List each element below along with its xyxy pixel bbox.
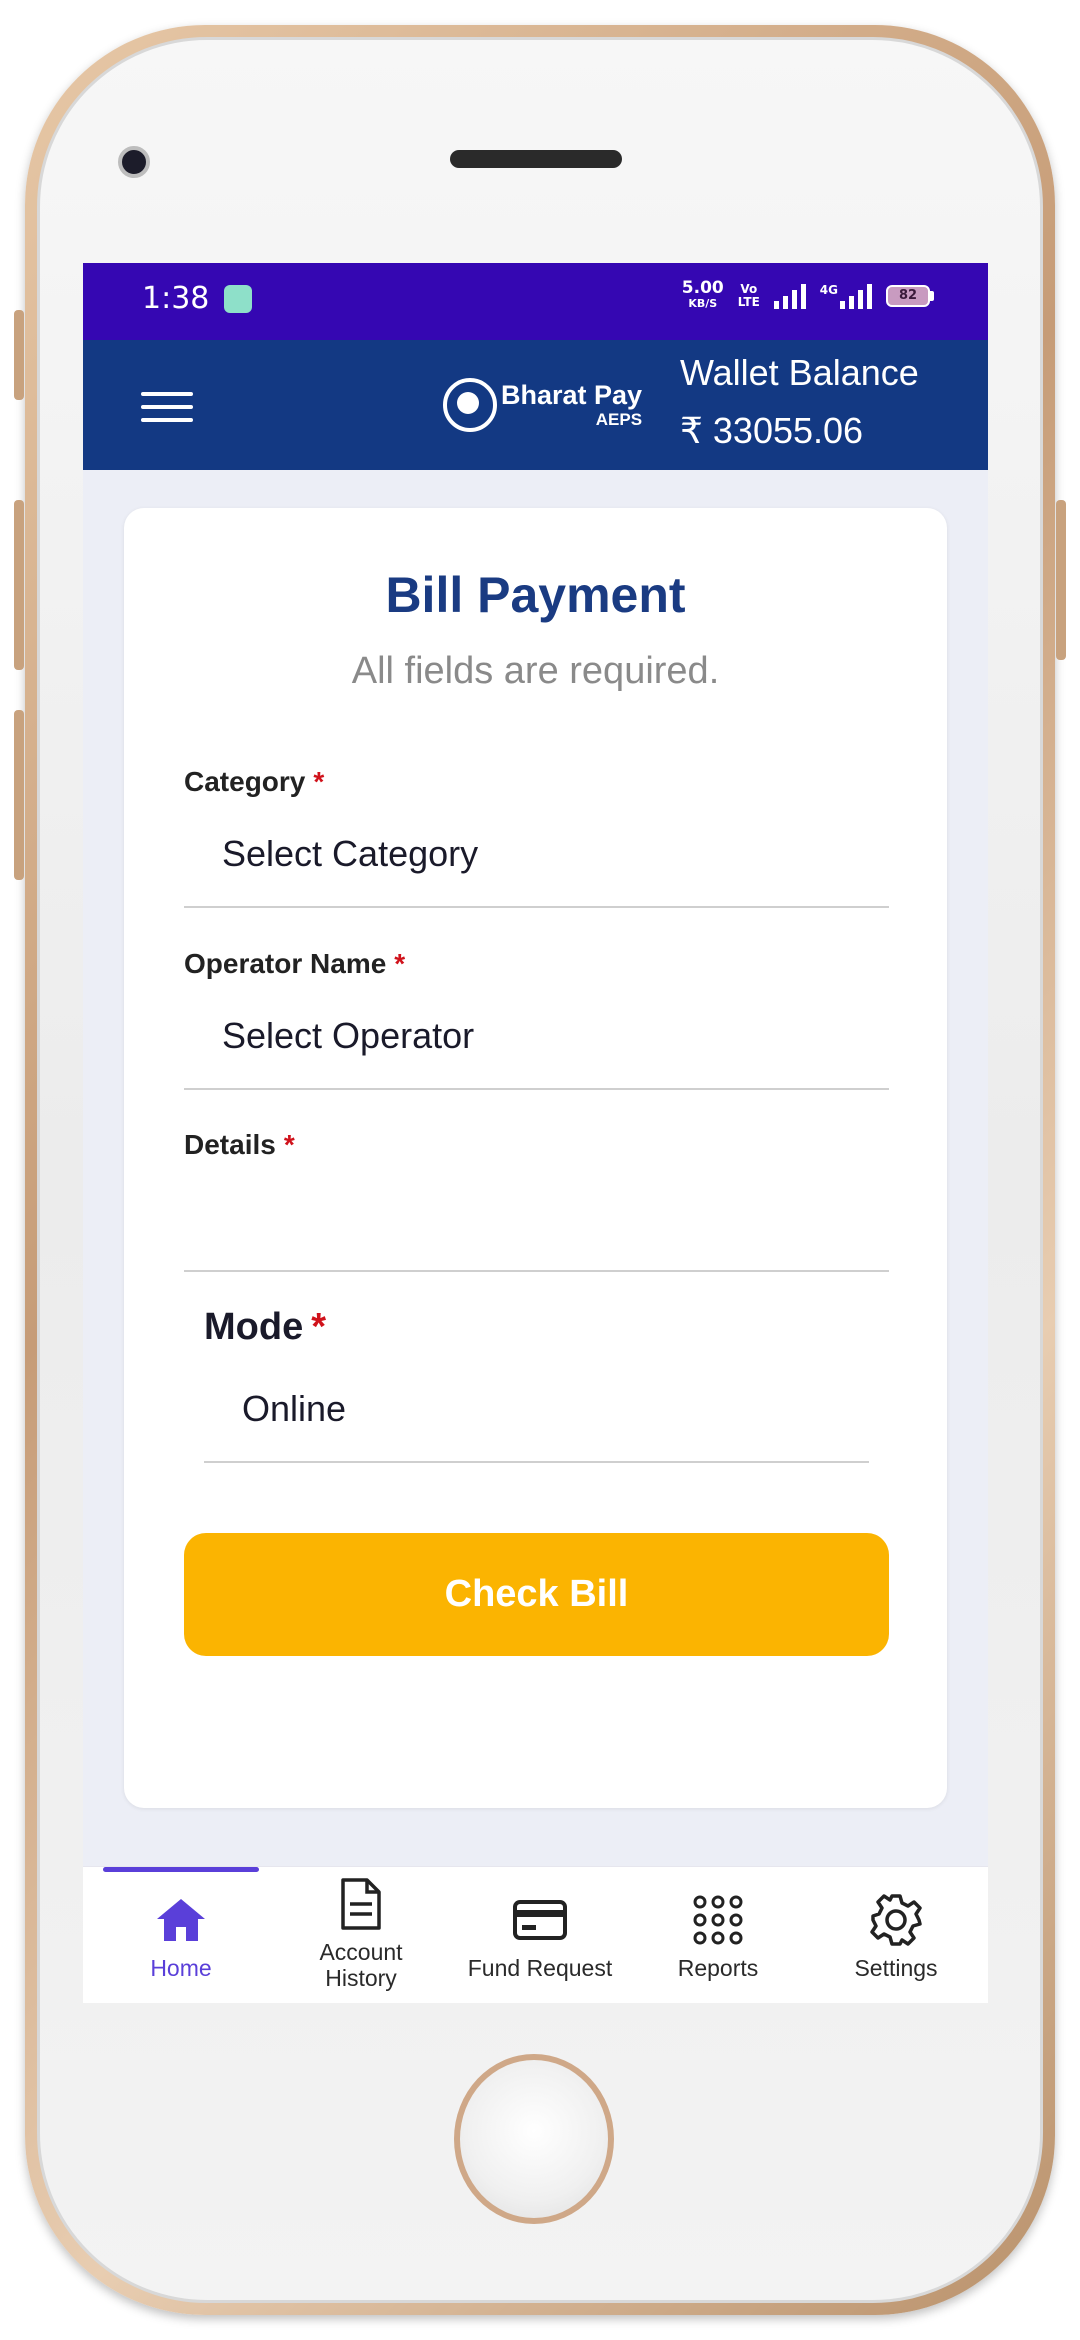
status-indicators: 5.00 KB/S Vo LTE 4G 82 (681, 278, 934, 311)
notification-app-icon (224, 285, 252, 313)
category-select[interactable]: Select Category (222, 833, 478, 875)
operator-select[interactable]: Select Operator (222, 1015, 474, 1057)
category-underline (184, 906, 889, 908)
card-icon (512, 1893, 568, 1947)
wallet-balance-label: Wallet Balance (680, 352, 919, 393)
details-label-text: Details (184, 1129, 276, 1160)
category-label: Category * (184, 766, 324, 798)
network-speed-value: 5.00 (681, 278, 724, 298)
phone-volume-down-button (14, 710, 24, 880)
nav-home[interactable]: Home (91, 1867, 271, 2003)
required-mark: * (311, 1306, 327, 1348)
required-mark: * (283, 1129, 295, 1160)
network-speed: 5.00 KB/S (681, 278, 724, 311)
network-type-label: 4G (819, 283, 838, 297)
details-label: Details * (184, 1129, 295, 1161)
operator-label: Operator Name * (184, 948, 405, 980)
logo-title: Bharat Pay (501, 380, 643, 410)
network-speed-unit: KB/S (688, 297, 718, 310)
phone-side-button (14, 310, 24, 400)
battery-icon: 82 (886, 285, 934, 307)
volte-icon: Vo LTE (738, 283, 760, 309)
app-header: Bharat Pay AEPS Wallet Balance ₹ 33055.0… (83, 340, 988, 470)
battery-level: 82 (886, 285, 930, 307)
globe-icon (443, 378, 497, 432)
details-input[interactable] (222, 1198, 862, 1258)
wallet-balance-amount: ₹ 33055.06 (680, 410, 864, 451)
status-bar: 1:38 5.00 KB/S Vo LTE 4G 82 (83, 263, 988, 340)
phone-power-button (1056, 500, 1066, 660)
status-time: 1:38 (142, 281, 210, 316)
mode-label-text: Mode (204, 1306, 304, 1348)
details-underline (184, 1270, 889, 1272)
app-screen: 1:38 5.00 KB/S Vo LTE 4G 82 Bharat Pay A… (83, 263, 988, 2003)
phone-home-button[interactable] (454, 2054, 614, 2224)
bottom-navigation: Home Account History Fund Request Report… (83, 1866, 988, 2003)
signal-4g-icon: 4G (820, 283, 872, 309)
category-label-text: Category (184, 766, 306, 797)
page-title: Bill Payment (385, 567, 686, 623)
signal-strength-icon (773, 283, 806, 309)
front-camera (118, 146, 150, 178)
nav-reports[interactable]: Reports (628, 1867, 808, 2003)
earpiece-speaker (450, 150, 622, 168)
nav-settings-label: Settings (854, 1955, 938, 1981)
nav-fund-request-label: Fund Request (467, 1955, 613, 1981)
operator-underline (184, 1088, 889, 1090)
check-bill-button[interactable]: Check Bill (184, 1533, 889, 1656)
volte-bottom-text: LTE (737, 295, 760, 309)
nav-account-history[interactable]: Account History (271, 1867, 451, 2003)
mode-label: Mode * (204, 1306, 326, 1349)
required-mark: * (394, 948, 406, 979)
nav-fund-request[interactable]: Fund Request (450, 1867, 630, 2003)
grid-icon (692, 1893, 744, 1947)
operator-label-text: Operator Name (184, 948, 387, 979)
nav-account-history-label: Account History (319, 1939, 403, 1991)
nav-settings[interactable]: Settings (806, 1867, 986, 2003)
form-subtitle: All fields are required. (351, 650, 720, 692)
phone-volume-up-button (14, 500, 24, 670)
mode-select[interactable]: Online (242, 1388, 346, 1430)
nav-home-label: Home (150, 1955, 212, 1981)
menu-icon[interactable] (141, 392, 193, 422)
mode-underline (204, 1461, 869, 1463)
bill-payment-card: Bill Payment All fields are required. Ca… (124, 508, 947, 1808)
required-mark: * (313, 766, 325, 797)
logo-subtitle: AEPS (595, 410, 643, 429)
nav-reports-label: Reports (677, 1955, 759, 1981)
document-icon (339, 1877, 383, 1931)
gear-icon (869, 1893, 923, 1947)
app-logo: Bharat Pay AEPS (443, 378, 642, 432)
home-icon (153, 1893, 209, 1947)
